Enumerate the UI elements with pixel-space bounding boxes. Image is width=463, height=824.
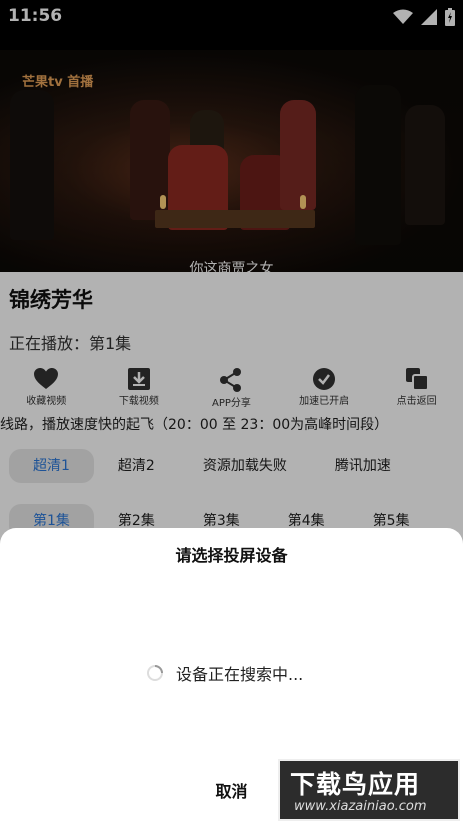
watermark-url: www.xiazainiao.com (294, 799, 427, 814)
watermark-main: 下载鸟应用 (290, 770, 421, 799)
dialog-title: 请选择投屏设备 (175, 546, 288, 565)
loading-spinner-icon (147, 665, 163, 681)
searching-text: 设备正在搜索中... (176, 665, 304, 684)
searching-status: 设备正在搜索中... (146, 661, 303, 685)
site-watermark: 下载鸟应用 www.xiazainiao.com (278, 759, 460, 821)
